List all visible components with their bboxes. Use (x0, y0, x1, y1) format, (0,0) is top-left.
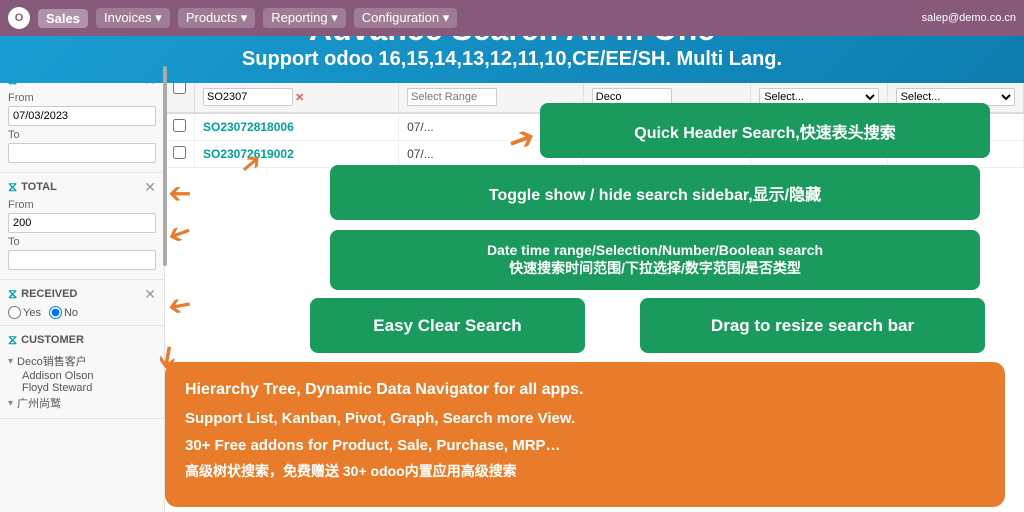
clear-total[interactable]: ✕ (144, 180, 156, 194)
row1-checkbox-cell (165, 113, 195, 141)
table-area: Number ✕ Order Date Customer (165, 66, 1024, 512)
total-from-label: From (8, 199, 156, 211)
customer-guangzhou[interactable]: 广州尚鹫 (8, 394, 156, 412)
received-title: RECEIVED (21, 288, 77, 300)
customer-title: CUSTOMER (21, 334, 84, 346)
no-option[interactable]: No (49, 306, 78, 319)
select1-dropdown[interactable]: Select... (759, 88, 878, 106)
order-date-to[interactable] (8, 143, 156, 163)
banner-subtitle: Support odoo 16,15,14,13,12,11,10,CE/EE/… (20, 48, 1004, 71)
row1-customer (583, 113, 750, 141)
row2-number[interactable]: SO23072619002 (195, 141, 399, 168)
from-label: From (8, 92, 156, 104)
odoo-topbar: O Sales Invoices ▾ Products ▾ Reporting … (0, 0, 1024, 36)
customer-floyd[interactable]: Floyd Steward (8, 382, 156, 394)
row1-so-link[interactable]: SO23072818006 (203, 120, 294, 134)
number-search-input[interactable] (203, 88, 293, 106)
sidebar-filters: ⧖ ORDER DATE ✕ From To ⧖ TOTAL ✕ From To… (0, 66, 165, 512)
filter-received-icon: ⧖ (8, 286, 17, 302)
number-clear-icon[interactable]: ✕ (295, 91, 304, 104)
nav-sales[interactable]: Sales (38, 9, 88, 28)
filter-customer-icon: ⧖ (8, 332, 17, 348)
table-row: SO23072619002 07/... (165, 141, 1024, 168)
sidebar-resize-handle[interactable] (163, 66, 167, 266)
received-radio-group: Yes No (8, 306, 156, 319)
yes-option[interactable]: Yes (8, 306, 41, 319)
row2-so-link[interactable]: SO23072619002 (203, 147, 294, 161)
order-date-from[interactable] (8, 106, 156, 126)
total-to[interactable] (8, 250, 156, 270)
user-email: salep@demo.co.cn (922, 12, 1016, 24)
table-body: SO23072818006 07/... SO23072619002 07/..… (165, 113, 1024, 168)
nav-invoices[interactable]: Invoices ▾ (96, 8, 170, 28)
filter-customer: ⧖ CUSTOMER Deco销售客户 Addison Olson Floyd … (0, 326, 164, 419)
nav-products[interactable]: Products ▾ (178, 8, 255, 28)
filter-total-icon: ⧖ (8, 179, 17, 195)
row2-col5 (887, 141, 1023, 168)
table-row: SO23072818006 07/... (165, 113, 1024, 141)
row1-number[interactable]: SO23072818006 (195, 113, 399, 141)
clear-received[interactable]: ✕ (144, 287, 156, 301)
yes-radio[interactable] (8, 306, 21, 319)
customer-deco[interactable]: Deco销售客户 (8, 352, 156, 370)
filter-total: ⧖ TOTAL ✕ From To (0, 173, 164, 280)
row1-col4 (751, 113, 887, 141)
nav-reporting[interactable]: Reporting ▾ (263, 8, 346, 28)
row1-checkbox[interactable] (173, 119, 186, 132)
customer-search-input[interactable] (592, 88, 672, 106)
row2-checkbox[interactable] (173, 146, 186, 159)
customer-addison[interactable]: Addison Olson (8, 370, 156, 382)
to-label: To (8, 129, 156, 141)
filter-received: ⧖ RECEIVED ✕ Yes No (0, 280, 164, 326)
row2-date: 07/... (399, 141, 584, 168)
row2-col4 (751, 141, 887, 168)
total-from[interactable] (8, 213, 156, 233)
row1-col5 (887, 113, 1023, 141)
nav-configuration[interactable]: Configuration ▾ (354, 8, 457, 28)
no-radio[interactable] (49, 306, 62, 319)
odoo-logo: O (8, 7, 30, 29)
row1-date: 07/... (399, 113, 584, 141)
date-search-input[interactable] (407, 88, 497, 106)
row2-checkbox-cell (165, 141, 195, 168)
select2-dropdown[interactable]: Select... (896, 88, 1015, 106)
total-to-label: To (8, 236, 156, 248)
total-title: TOTAL (21, 181, 57, 193)
row2-customer (583, 141, 750, 168)
